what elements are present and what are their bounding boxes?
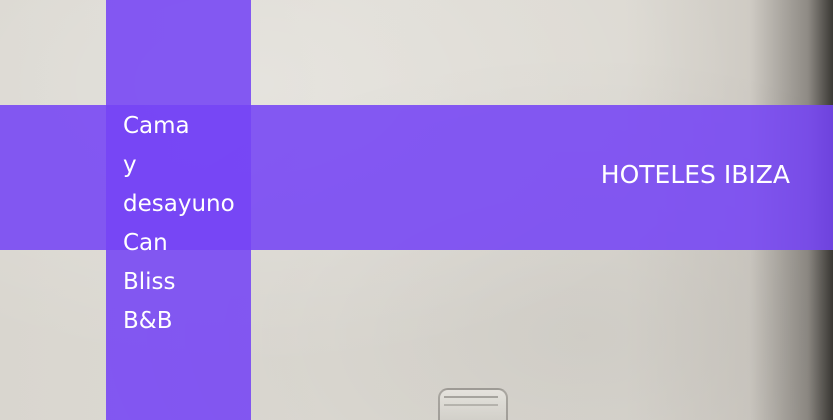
hotel-name-title: Cama y desayuno Can Bliss B&B [123, 113, 235, 334]
hero-banner: Cama y desayuno Can Bliss B&B HOTELES IB… [0, 0, 833, 420]
category-link[interactable]: HOTELES IBIZA [601, 157, 790, 193]
glass-jar-rim [444, 396, 498, 406]
